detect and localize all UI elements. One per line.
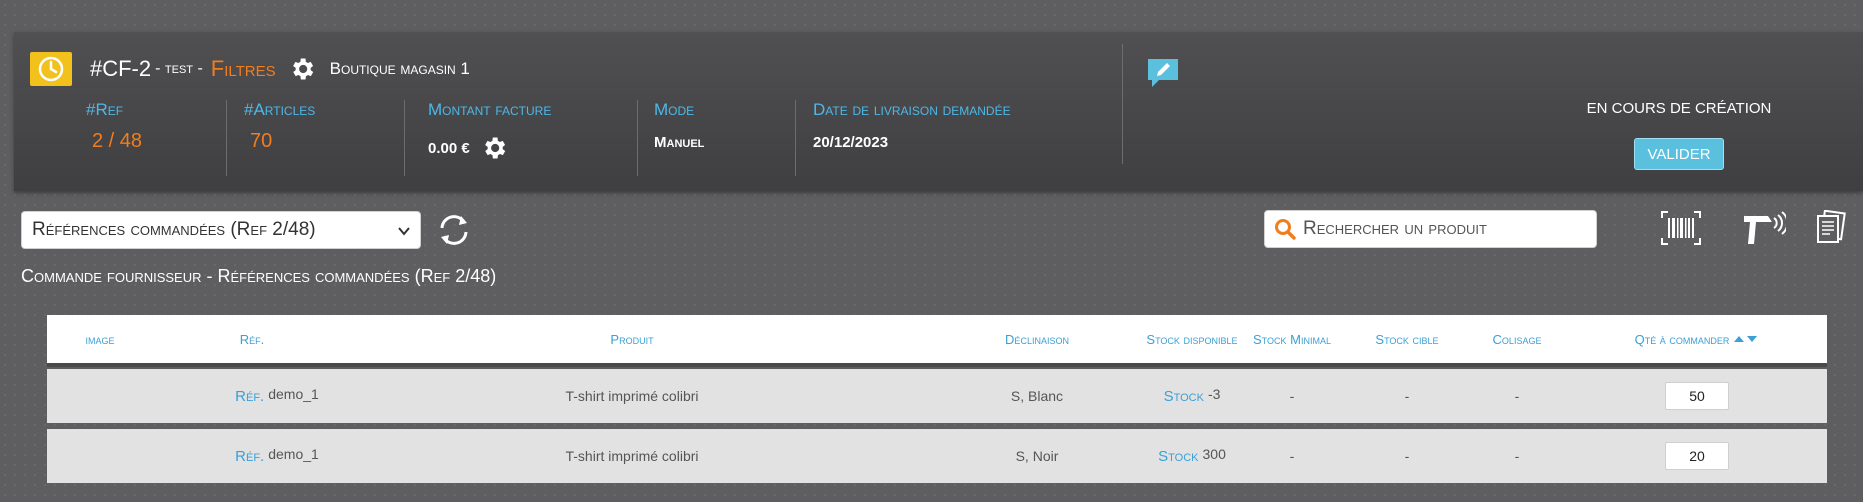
col-stock-min[interactable]: Stock Minimal bbox=[1242, 315, 1342, 363]
header-divider bbox=[47, 363, 1827, 367]
stat-invoice-row: 0.00 € bbox=[428, 134, 551, 162]
row-stock-target: - bbox=[1404, 448, 1410, 464]
status-text: EN COURS DE CRÉATION bbox=[1586, 100, 1772, 117]
row-product: T-shirt imprimé colibri bbox=[565, 448, 699, 464]
table-header: image Réf. Produit Déclinaison Stock dis… bbox=[47, 315, 1827, 363]
ref-link[interactable]: Réf. bbox=[235, 448, 264, 465]
documents-icon[interactable] bbox=[1814, 209, 1848, 251]
search-input[interactable] bbox=[1303, 218, 1583, 240]
col-packaging[interactable]: Colisage bbox=[1467, 315, 1567, 363]
row-qty bbox=[1607, 429, 1787, 483]
scanner-icon[interactable] bbox=[1742, 210, 1789, 251]
row-stock: Stock 300 bbox=[1127, 429, 1257, 483]
row-variant: S, Noir bbox=[1015, 448, 1059, 464]
col-variant[interactable]: Déclinaison bbox=[967, 315, 1107, 363]
stat-invoice-label: Montant facture bbox=[428, 100, 552, 119]
ref-link[interactable]: Réf. bbox=[235, 388, 264, 405]
col-stock-available[interactable]: Stock disponible bbox=[1127, 315, 1257, 363]
stat-articles: #Articles 70 bbox=[244, 100, 315, 170]
refresh-icon[interactable] bbox=[434, 210, 474, 255]
row-packaging: - bbox=[1514, 388, 1520, 404]
shop-name: Boutique magasin 1 bbox=[329, 59, 470, 78]
row-ref: Réf. demo_1 bbox=[207, 369, 347, 423]
stat-ref-value: 2 / 48 bbox=[92, 130, 143, 152]
row-ref: Réf. demo_1 bbox=[207, 429, 347, 483]
row-variant: S, Blanc bbox=[1010, 388, 1064, 404]
search-box[interactable] bbox=[1264, 210, 1597, 248]
row-stock-target: - bbox=[1404, 388, 1410, 404]
order-title: #CF-2 - test - Filtres Boutique magasin … bbox=[90, 52, 470, 86]
reference-view-select[interactable]: Références commandées (Ref 2/48) bbox=[21, 211, 421, 249]
reference-view-value: Références commandées (Ref 2/48) bbox=[32, 219, 316, 240]
stat-articles-value: 70 bbox=[250, 130, 273, 152]
stat-invoice: Montant facture 0.00 € bbox=[428, 100, 551, 170]
stat-delivery-label: Date de livraison demandée bbox=[813, 100, 1011, 119]
stat-mode-label: Mode bbox=[654, 100, 695, 119]
row-packaging: - bbox=[1514, 448, 1520, 464]
row-stock-min: - bbox=[1289, 448, 1295, 464]
divider bbox=[1122, 44, 1123, 164]
order-header: #CF-2 - test - Filtres Boutique magasin … bbox=[14, 32, 1863, 191]
gear-icon[interactable] bbox=[480, 134, 508, 162]
stat-ref-label: #Ref bbox=[86, 100, 124, 119]
row-product: T-shirt imprimé colibri bbox=[565, 388, 699, 404]
ref-value: demo_1 bbox=[268, 386, 319, 402]
barcode-icon[interactable] bbox=[1660, 210, 1702, 251]
clock-icon bbox=[30, 52, 72, 86]
table-row: Réf. demo_1 T-shirt imprimé colibri S, B… bbox=[47, 369, 1827, 423]
edit-note-icon[interactable] bbox=[1145, 56, 1181, 95]
col-image: image bbox=[85, 331, 115, 347]
stock-value: 300 bbox=[1202, 446, 1226, 462]
stock-value: -3 bbox=[1207, 386, 1221, 402]
stock-link[interactable]: Stock bbox=[1158, 448, 1198, 465]
section-title: Commande fournisseur - Références comman… bbox=[21, 266, 497, 286]
stat-invoice-value: 0.00 € bbox=[428, 139, 470, 157]
order-id: #CF-2 bbox=[90, 56, 152, 81]
search-icon bbox=[1275, 219, 1296, 240]
col-qty[interactable]: Qté à commander bbox=[1607, 315, 1787, 363]
chevron-down-icon bbox=[398, 227, 410, 236]
row-stock: Stock -3 bbox=[1127, 369, 1257, 423]
qty-input[interactable] bbox=[1665, 382, 1729, 410]
ref-value: demo_1 bbox=[268, 446, 319, 462]
stat-mode-value: Manuel bbox=[654, 134, 705, 151]
sort-arrows-icon[interactable] bbox=[1733, 334, 1759, 344]
order-test-label: - test - bbox=[155, 60, 203, 77]
filters-link[interactable]: Filtres bbox=[211, 56, 276, 82]
qty-input[interactable] bbox=[1665, 442, 1729, 470]
divider bbox=[637, 100, 638, 176]
divider bbox=[404, 100, 405, 176]
row-qty bbox=[1607, 369, 1787, 423]
gear-icon[interactable] bbox=[288, 55, 316, 83]
col-ref[interactable]: Réf. bbox=[207, 315, 297, 363]
validate-button[interactable]: VALIDER bbox=[1634, 138, 1724, 170]
stat-articles-label: #Articles bbox=[244, 100, 316, 119]
divider bbox=[795, 100, 796, 176]
stat-delivery-value: 20/12/2023 bbox=[813, 134, 889, 151]
stat-mode: Mode Manuel bbox=[654, 100, 704, 170]
table-row: Réf. demo_1 T-shirt imprimé colibri S, N… bbox=[47, 429, 1827, 483]
col-product[interactable]: Produit bbox=[467, 315, 797, 363]
col-qty-label: Qté à commander bbox=[1634, 331, 1730, 347]
stat-delivery: Date de livraison demandée 20/12/2023 bbox=[813, 100, 1011, 170]
divider bbox=[226, 100, 227, 176]
stat-ref: #Ref 2 / 48 bbox=[86, 100, 142, 170]
row-stock-min: - bbox=[1289, 388, 1295, 404]
stock-link[interactable]: Stock bbox=[1164, 388, 1204, 405]
col-stock-target[interactable]: Stock cible bbox=[1357, 315, 1457, 363]
